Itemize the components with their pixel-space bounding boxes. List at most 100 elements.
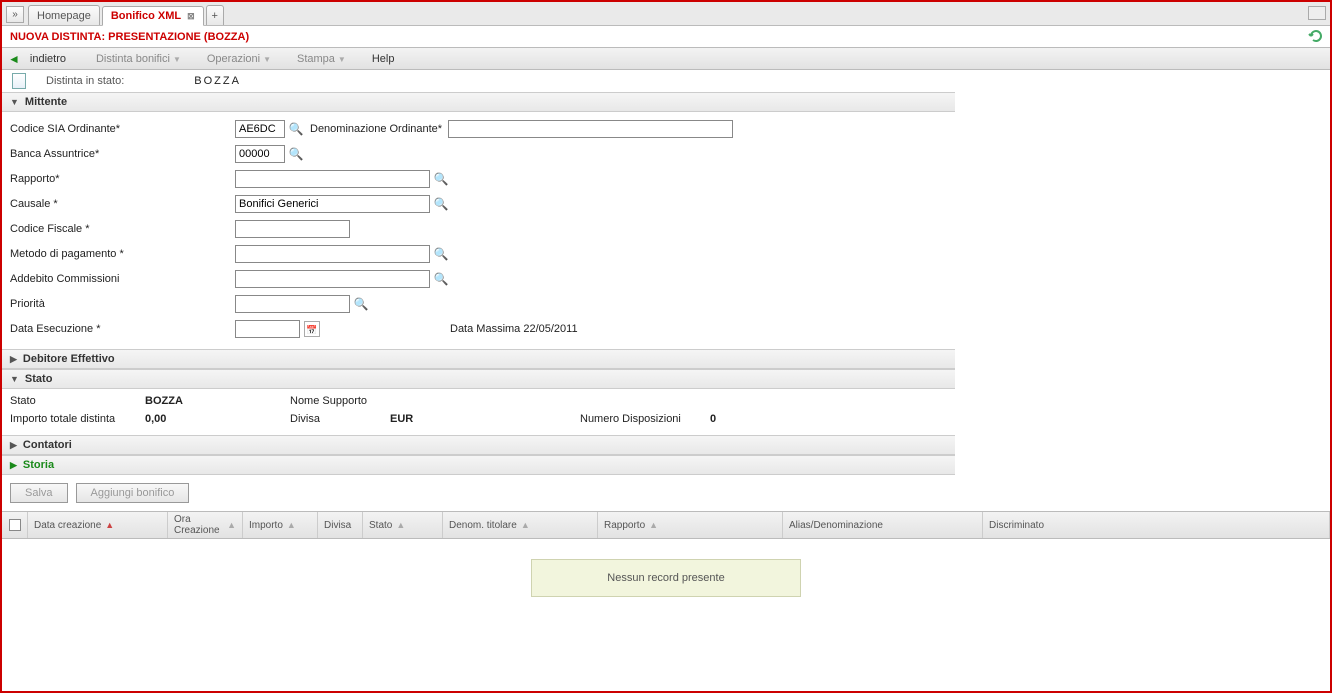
sort-icon: ▲: [649, 520, 658, 530]
section-title: Contatori: [23, 439, 72, 451]
close-icon[interactable]: ⊠: [187, 11, 195, 22]
menu-back[interactable]: indietro: [24, 51, 72, 67]
input-denominazione-ordinante[interactable]: [448, 120, 733, 138]
col-divisa[interactable]: Divisa: [318, 512, 363, 538]
content-panel: Distinta in stato: BOZZA ▼ Mittente Codi…: [2, 70, 955, 511]
label-codice-fiscale: Codice Fiscale *: [10, 223, 235, 235]
back-arrow-icon[interactable]: ◄: [8, 52, 20, 66]
collapse-icon: ▼: [10, 97, 19, 107]
page-title: NUOVA DISTINTA: PRESENTAZIONE (BOZZA): [10, 31, 249, 43]
button-row: Salva Aggiungi bonifico: [2, 475, 955, 511]
value-stato: BOZZA: [145, 395, 290, 407]
sort-icon: ▲: [396, 520, 405, 530]
stato-panel: Stato BOZZA Nome Supporto Importo totale…: [2, 389, 955, 435]
sort-icon: ▲: [287, 520, 296, 530]
menu-bar: ◄ indietro Distinta bonifici▼ Operazioni…: [2, 48, 1330, 70]
section-debitore-header[interactable]: ▶ Debitore Effettivo: [2, 349, 955, 369]
col-discriminato[interactable]: Discriminato: [983, 512, 1330, 538]
tab-strip: » Homepage Bonifico XML ⊠ +: [2, 2, 1330, 26]
col-rapporto[interactable]: Rapporto ▲: [598, 512, 783, 538]
value-num-disposizioni: 0: [710, 413, 750, 425]
input-banca[interactable]: [235, 145, 285, 163]
results-table: Data creazione ▲ Ora Creazione ▲ Importo…: [2, 511, 1330, 597]
label-nome-supporto: Nome Supporto: [290, 395, 580, 407]
label-num-disposizioni: Numero Disposizioni: [580, 413, 710, 425]
tab-label: Bonifico XML: [111, 10, 181, 22]
table-header: Data creazione ▲ Ora Creazione ▲ Importo…: [2, 511, 1330, 539]
window-menu-button[interactable]: [1308, 6, 1326, 20]
col-alias[interactable]: Alias/Denominazione: [783, 512, 983, 538]
chevron-down-icon: ▼: [338, 55, 346, 64]
label-divisa: Divisa: [290, 413, 390, 425]
label-rapporto: Rapporto*: [10, 173, 235, 185]
chevron-down-icon: ▼: [263, 55, 271, 64]
label-data-esecuzione: Data Esecuzione *: [10, 323, 235, 335]
tab-bonifico-xml[interactable]: Bonifico XML ⊠: [102, 6, 204, 26]
label-data-massima: Data Massima 22/05/2011: [450, 323, 578, 335]
menu-operazioni[interactable]: Operazioni▼: [201, 51, 277, 67]
label-priorita: Priorità: [10, 298, 235, 310]
mittente-form: Codice SIA Ordinante* 🔍 Denominazione Or…: [2, 112, 955, 349]
collapse-icon: ▼: [10, 374, 19, 384]
input-causale[interactable]: [235, 195, 430, 213]
input-codice-sia[interactable]: [235, 120, 285, 138]
tab-overflow-button[interactable]: »: [6, 6, 24, 23]
label-addebito: Addebito Commissioni: [10, 273, 235, 285]
col-data-creazione[interactable]: Data creazione ▲: [28, 512, 168, 538]
menu-stampa[interactable]: Stampa▼: [291, 51, 352, 67]
page-title-bar: NUOVA DISTINTA: PRESENTAZIONE (BOZZA): [2, 26, 1330, 48]
tab-homepage[interactable]: Homepage: [28, 5, 100, 25]
status-row: Distinta in stato: BOZZA: [2, 70, 955, 92]
label-banca: Banca Assuntrice*: [10, 148, 235, 160]
input-rapporto[interactable]: [235, 170, 430, 188]
section-stato-header[interactable]: ▼ Stato: [2, 369, 955, 389]
expand-icon: ▶: [10, 460, 17, 471]
lookup-icon[interactable]: 🔍: [288, 121, 304, 137]
value-divisa: EUR: [390, 413, 580, 425]
expand-icon: ▶: [10, 354, 17, 365]
menu-help[interactable]: Help: [366, 51, 401, 67]
section-contatori-header[interactable]: ▶ Contatori: [2, 435, 955, 455]
menu-distinta[interactable]: Distinta bonifici▼: [90, 51, 187, 67]
col-stato[interactable]: Stato ▲: [363, 512, 443, 538]
input-codice-fiscale[interactable]: [235, 220, 350, 238]
document-icon: [12, 73, 26, 89]
refresh-icon[interactable]: [1308, 28, 1324, 44]
chevron-down-icon: ▼: [173, 55, 181, 64]
label-denominazione-ordinante: Denominazione Ordinante*: [310, 123, 442, 135]
section-mittente-header[interactable]: ▼ Mittente: [2, 92, 955, 112]
input-addebito[interactable]: [235, 270, 430, 288]
save-button[interactable]: Salva: [10, 483, 68, 503]
lookup-icon[interactable]: 🔍: [433, 171, 449, 187]
add-bonifico-button[interactable]: Aggiungi bonifico: [76, 483, 190, 503]
lookup-icon[interactable]: 🔍: [288, 146, 304, 162]
expand-icon: ▶: [10, 440, 17, 451]
label-importo-totale: Importo totale distinta: [10, 413, 145, 425]
input-priorita[interactable]: [235, 295, 350, 313]
select-all-checkbox[interactable]: [9, 519, 21, 531]
calendar-icon[interactable]: 📅: [304, 321, 320, 337]
lookup-icon[interactable]: 🔍: [433, 271, 449, 287]
sort-icon: ▲: [227, 520, 236, 530]
section-title: Storia: [23, 459, 54, 471]
value-importo-totale: 0,00: [145, 413, 290, 425]
section-title: Stato: [25, 373, 53, 385]
tab-add-button[interactable]: +: [206, 5, 224, 25]
empty-message: Nessun record presente: [531, 559, 801, 597]
lookup-icon[interactable]: 🔍: [433, 246, 449, 262]
section-title: Mittente: [25, 96, 67, 108]
label-metodo-pagamento: Metodo di pagamento *: [10, 248, 235, 260]
lookup-icon[interactable]: 🔍: [433, 196, 449, 212]
col-denom-titolare[interactable]: Denom. titolare ▲: [443, 512, 598, 538]
lookup-icon[interactable]: 🔍: [353, 296, 369, 312]
status-label: Distinta in stato:: [46, 75, 124, 87]
sort-icon: ▲: [521, 520, 530, 530]
label-stato: Stato: [10, 395, 145, 407]
col-ora-creazione[interactable]: Ora Creazione ▲: [168, 512, 243, 538]
section-storia-header[interactable]: ▶ Storia: [2, 455, 955, 475]
tab-label: Homepage: [37, 10, 91, 22]
label-codice-sia: Codice SIA Ordinante*: [10, 123, 235, 135]
col-importo[interactable]: Importo ▲: [243, 512, 318, 538]
input-metodo-pagamento[interactable]: [235, 245, 430, 263]
input-data-esecuzione[interactable]: [235, 320, 300, 338]
